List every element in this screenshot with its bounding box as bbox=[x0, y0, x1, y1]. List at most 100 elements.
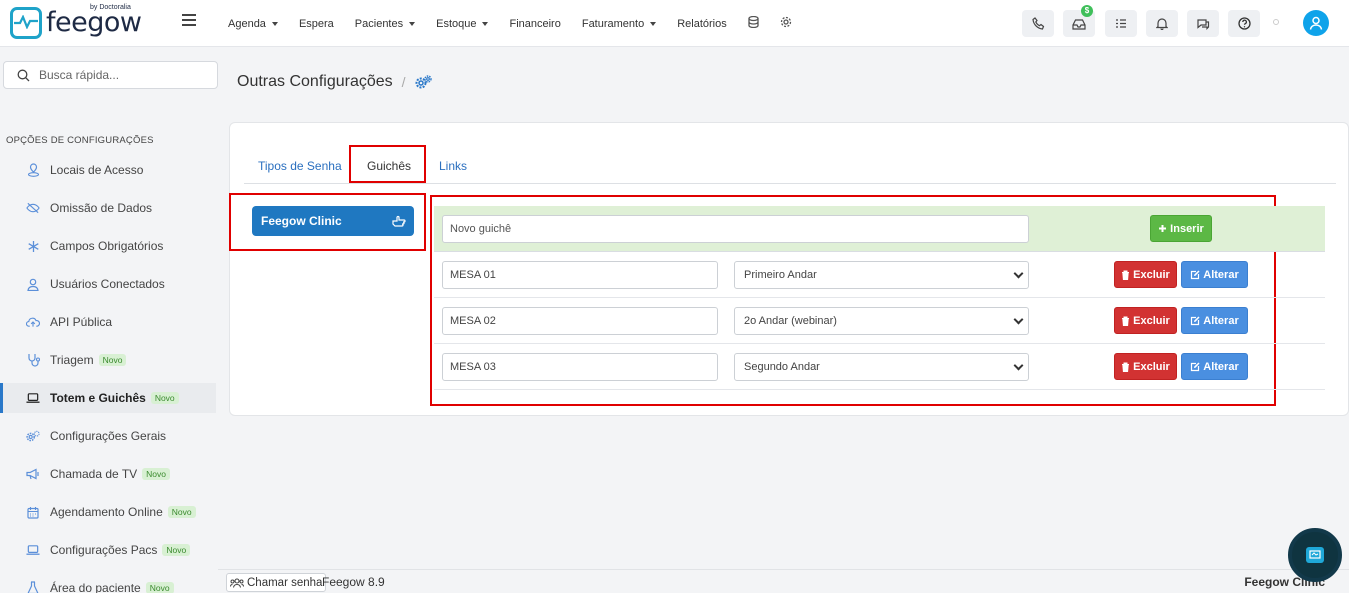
selected-location: Segundo Andar bbox=[744, 361, 820, 373]
finance-badge: $ bbox=[1081, 5, 1093, 17]
guiche-location-select[interactable]: Segundo Andar bbox=[734, 353, 1029, 381]
nav-faturamento[interactable]: Faturamento bbox=[582, 16, 657, 31]
selected-location: 2o Andar (webinar) bbox=[744, 315, 837, 327]
asterisk-icon bbox=[26, 239, 40, 253]
laptop-icon bbox=[26, 391, 40, 405]
database-icon[interactable] bbox=[748, 15, 759, 31]
trash-icon bbox=[1122, 270, 1130, 280]
eye-off-icon bbox=[26, 201, 40, 215]
bell-icon bbox=[1156, 18, 1168, 30]
caret-down-icon bbox=[482, 21, 489, 26]
sidebar-item-locais-de-acesso[interactable]: Locais de Acesso bbox=[0, 155, 216, 185]
guiche-row: MESA 02 2o Andar (webinar) Excluir Alterar bbox=[434, 298, 1325, 344]
guiche-location-select[interactable]: Primeiro Andar bbox=[734, 261, 1029, 289]
guiche-name-input[interactable]: MESA 03 bbox=[442, 353, 718, 381]
cloud-upload-icon bbox=[26, 315, 40, 329]
calendar-icon bbox=[26, 505, 40, 519]
users-icon bbox=[230, 577, 244, 588]
sidebar-item-totem-e-guiches[interactable]: Totem e Guichês Novo bbox=[0, 383, 216, 413]
guiche-name-input[interactable]: MESA 02 bbox=[442, 307, 718, 335]
edit-icon bbox=[1191, 316, 1200, 325]
caret-down-icon bbox=[650, 21, 657, 26]
edit-button[interactable]: Alterar bbox=[1181, 353, 1248, 380]
sidebar-item-omissao-de-dados[interactable]: Omissão de Dados bbox=[0, 193, 216, 223]
guiche-row: MESA 01 Primeiro Andar Excluir Alterar bbox=[434, 252, 1325, 298]
support-chat-button[interactable] bbox=[1288, 528, 1342, 582]
new-guiche-input[interactable]: Novo guichê bbox=[442, 215, 1029, 243]
gears-icon bbox=[415, 74, 432, 88]
sidebar-item-triagem[interactable]: Triagem Novo bbox=[0, 345, 216, 375]
search-input[interactable]: Busca rápida... bbox=[39, 68, 119, 82]
edit-button[interactable]: Alterar bbox=[1181, 307, 1248, 334]
sidebar-item-configuracoes-pacs[interactable]: Configurações Pacs Novo bbox=[0, 535, 216, 565]
phone-button[interactable] bbox=[1022, 10, 1054, 37]
chat-button[interactable] bbox=[1187, 10, 1219, 37]
sidebar-item-label: Triagem bbox=[50, 353, 94, 367]
logo-text: feegow bbox=[46, 6, 142, 38]
nav-pacientes[interactable]: Pacientes bbox=[355, 16, 416, 31]
feegow-logo[interactable]: feegow by Doctoralia bbox=[10, 4, 142, 39]
main-nav: Agenda Espera Pacientes Estoque Financei… bbox=[228, 15, 813, 31]
stethoscope-icon bbox=[26, 353, 40, 367]
settings-gear-icon[interactable] bbox=[780, 16, 792, 31]
tab-tipos-de-senha[interactable]: Tipos de Senha bbox=[258, 159, 342, 173]
inbox-button[interactable]: $ bbox=[1063, 5, 1095, 37]
new-guiche-row: Novo guichê Inserir bbox=[434, 206, 1325, 252]
caret-down-icon bbox=[409, 21, 416, 26]
guiche-location-select[interactable]: 2o Andar (webinar) bbox=[734, 307, 1029, 335]
call-ticket-button[interactable]: Chamar senha bbox=[226, 573, 327, 592]
user-icon bbox=[1309, 16, 1323, 30]
tasks-button[interactable] bbox=[1105, 10, 1137, 37]
caret-down-icon bbox=[271, 21, 278, 26]
sidebar-item-usuarios-conectados[interactable]: Usuários Conectados bbox=[0, 269, 216, 299]
sidebar-item-label: Chamada de TV bbox=[50, 467, 138, 481]
footer-bar: Chamar senha Feegow 8.9 Feegow Clinic bbox=[218, 569, 1349, 593]
new-badge: Novo bbox=[150, 392, 179, 404]
user-icon bbox=[26, 277, 40, 291]
sidebar-item-area-do-paciente[interactable]: Área do paciente Novo bbox=[0, 573, 216, 593]
menu-toggle-icon[interactable] bbox=[182, 14, 196, 26]
sidebar-item-api-publica[interactable]: API Pública bbox=[0, 307, 216, 337]
sidebar-item-agendamento-online[interactable]: Agendamento Online Novo bbox=[0, 497, 216, 527]
delete-button[interactable]: Excluir bbox=[1114, 261, 1177, 288]
nav-agenda[interactable]: Agenda bbox=[228, 16, 278, 31]
sidebar-header: OPÇÕES DE CONFIGURAÇÕES bbox=[6, 135, 154, 146]
edit-icon bbox=[1191, 362, 1200, 371]
new-badge: Novo bbox=[142, 468, 171, 480]
sidebar-item-configuracoes-gerais[interactable]: Configurações Gerais bbox=[0, 421, 216, 451]
edit-button[interactable]: Alterar bbox=[1181, 261, 1248, 288]
clinic-select-button[interactable]: Feegow Clinic bbox=[252, 206, 414, 236]
tab-links[interactable]: Links bbox=[439, 159, 467, 173]
quick-search[interactable]: Busca rápida... bbox=[3, 61, 218, 89]
plus-icon bbox=[1159, 225, 1167, 232]
nav-financeiro[interactable]: Financeiro bbox=[509, 16, 560, 31]
new-badge: Novo bbox=[145, 582, 174, 593]
nav-relatorios[interactable]: Relatórios bbox=[677, 16, 727, 31]
megaphone-icon bbox=[26, 467, 40, 481]
chevron-down-icon bbox=[1013, 360, 1024, 370]
inbox-icon bbox=[1072, 18, 1086, 30]
sidebar-item-label: Omissão de Dados bbox=[50, 201, 153, 215]
sidebar-item-label: Totem e Guichês bbox=[50, 391, 146, 405]
hand-pointer-icon bbox=[392, 215, 406, 227]
guiche-name-input[interactable]: MESA 01 bbox=[442, 261, 718, 289]
new-badge: Novo bbox=[98, 354, 127, 366]
delete-button[interactable]: Excluir bbox=[1114, 307, 1177, 334]
delete-button[interactable]: Excluir bbox=[1114, 353, 1177, 380]
trash-icon bbox=[1122, 362, 1130, 372]
app-version: Feegow 8.9 bbox=[322, 575, 385, 589]
breadcrumb-separator: / bbox=[401, 74, 406, 90]
notifications-button[interactable] bbox=[1146, 10, 1178, 37]
sidebar-item-campos-obrigatorios[interactable]: Campos Obrigatórios bbox=[0, 231, 216, 261]
sidebar-item-label: Locais de Acesso bbox=[50, 163, 144, 177]
gears-icon bbox=[26, 429, 40, 443]
sidebar-item-chamada-de-tv[interactable]: Chamada de TV Novo bbox=[0, 459, 216, 489]
nav-espera[interactable]: Espera bbox=[299, 16, 334, 31]
location-icon bbox=[26, 163, 40, 177]
user-avatar[interactable] bbox=[1303, 10, 1329, 36]
logo-by-doctoralia: by Doctoralia bbox=[90, 4, 131, 11]
guiche-row: MESA 03 Segundo Andar Excluir Alterar bbox=[434, 344, 1325, 390]
nav-estoque[interactable]: Estoque bbox=[436, 16, 489, 31]
help-button[interactable] bbox=[1228, 10, 1260, 37]
insert-button[interactable]: Inserir bbox=[1150, 215, 1212, 242]
